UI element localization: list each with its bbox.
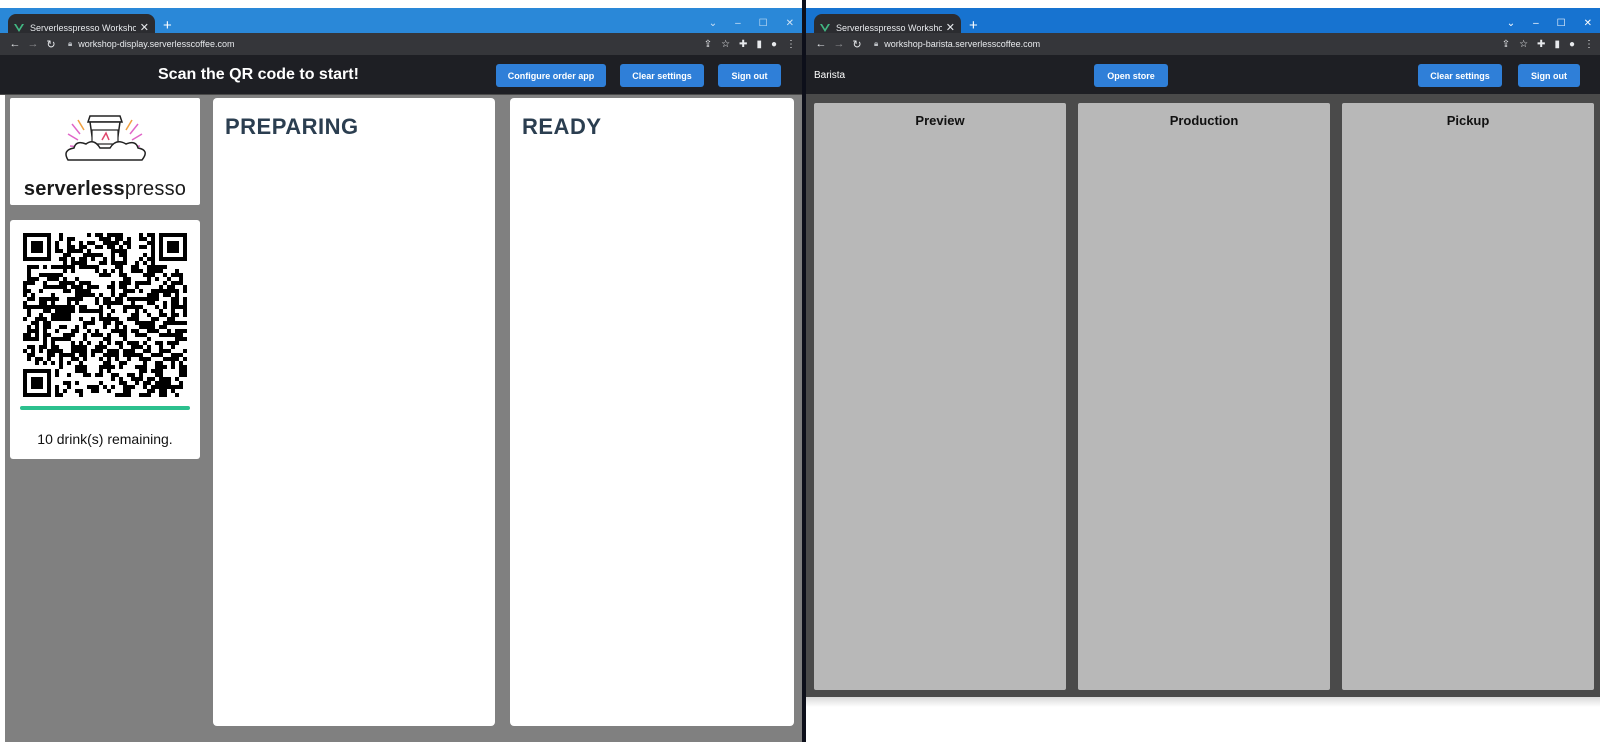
reload-icon[interactable]: ↻ — [42, 38, 60, 51]
minimize-icon[interactable]: – — [1533, 18, 1539, 29]
menu-icon[interactable]: ⋮ — [786, 39, 796, 50]
pickup-heading: Pickup — [1446, 113, 1490, 128]
vue-favicon — [820, 23, 830, 32]
open-store-button[interactable]: Open store — [1094, 64, 1168, 87]
url-field[interactable]: 🔒︎ workshop-barista.serverlesscoffee.com — [874, 39, 1502, 49]
menu-icon[interactable]: ⋮ — [1584, 39, 1594, 50]
barista-header: Barista Open store Clear settings Sign o… — [806, 55, 1600, 95]
window-controls: ⌄ – ☐ ✕ — [709, 18, 794, 29]
profile-icon[interactable]: ● — [771, 39, 777, 50]
profile-icon[interactable]: ● — [1569, 39, 1575, 50]
sign-out-button[interactable]: Sign out — [1518, 64, 1580, 87]
production-lane: Production — [1078, 103, 1330, 690]
display-header: Scan the QR code to start! Configure ord… — [0, 55, 802, 95]
extensions-icon[interactable]: ✚ — [1537, 39, 1545, 50]
toolbar-icons: ⇪ ☆ ✚ ▮ ● ⋮ — [704, 39, 796, 50]
ready-column: READY — [510, 98, 794, 726]
tab-title: Serverlesspresso Workshop - Bar — [836, 22, 942, 33]
qr-code[interactable] — [23, 233, 187, 397]
qr-card: 10 drink(s) remaining. — [10, 220, 200, 459]
minimize-icon[interactable]: – — [735, 18, 741, 29]
display-body: serverlesspresso 10 drink(s) remaining. … — [5, 95, 802, 742]
maximize-icon[interactable]: ☐ — [759, 18, 768, 29]
forward-icon[interactable]: → — [830, 38, 848, 50]
window-controls: ⌄ – ☐ ✕ — [1507, 18, 1592, 29]
preparing-heading: PREPARING — [225, 114, 359, 139]
address-bar: ← → ↻ 🔒︎ workshop-display.serverlesscoff… — [0, 33, 802, 55]
sign-out-button[interactable]: Sign out — [718, 64, 781, 87]
star-icon[interactable]: ☆ — [721, 39, 730, 50]
toolbar-icons: ⇪ ☆ ✚ ▮ ● ⋮ — [1502, 39, 1594, 50]
configure-order-app-button[interactable]: Configure order app — [496, 64, 606, 87]
chevron-down-icon[interactable]: ⌄ — [1507, 18, 1515, 29]
drinks-remaining-text: 10 drink(s) remaining. — [37, 431, 173, 447]
display-window: Serverlesspresso Workshop - Dis ✕ + ⌄ – … — [0, 0, 802, 742]
brand-wordmark: serverlesspresso — [23, 178, 187, 200]
share-icon[interactable]: ⇪ — [1502, 39, 1510, 50]
clear-settings-button[interactable]: Clear settings — [1418, 64, 1502, 87]
new-tab-icon[interactable]: + — [163, 18, 172, 33]
pickup-lane: Pickup — [1342, 103, 1594, 690]
lock-icon: 🔒︎ — [874, 39, 879, 48]
serverlesspresso-logo-icon — [65, 115, 146, 161]
preview-heading: Preview — [915, 113, 965, 128]
sidepanel-icon[interactable]: ▮ — [756, 39, 762, 50]
back-icon[interactable]: ← — [6, 38, 24, 50]
barista-board: Preview Production Pickup — [806, 95, 1600, 697]
drinks-progress-bar — [20, 406, 190, 410]
barista-window: Serverlesspresso Workshop - Bar ✕ + ⌄ – … — [806, 0, 1600, 742]
url-text: workshop-display.serverlesscoffee.com — [78, 39, 235, 49]
clear-settings-button[interactable]: Clear settings — [620, 64, 704, 87]
back-icon[interactable]: ← — [812, 38, 830, 50]
logo-card: serverlesspresso — [10, 98, 200, 205]
preparing-column: PREPARING — [213, 98, 495, 726]
production-heading: Production — [1169, 113, 1239, 128]
preview-lane: Preview — [814, 103, 1066, 690]
forward-icon[interactable]: → — [24, 38, 42, 50]
extensions-icon[interactable]: ✚ — [739, 39, 747, 50]
address-bar: ← → ↻ 🔒︎ workshop-barista.serverlesscoff… — [806, 33, 1600, 55]
page-title: Scan the QR code to start! — [158, 66, 359, 83]
reload-icon[interactable]: ↻ — [848, 38, 866, 51]
lock-icon: 🔒︎ — [68, 39, 73, 48]
board-shadow — [806, 697, 1600, 707]
star-icon[interactable]: ☆ — [1519, 39, 1528, 50]
sidepanel-icon[interactable]: ▮ — [1554, 39, 1560, 50]
new-tab-icon[interactable]: + — [969, 18, 978, 33]
ready-heading: READY — [522, 114, 602, 139]
close-window-icon[interactable]: ✕ — [786, 18, 794, 29]
close-window-icon[interactable]: ✕ — [1584, 18, 1592, 29]
url-text: workshop-barista.serverlesscoffee.com — [884, 39, 1041, 49]
tab-title: Serverlesspresso Workshop - Dis — [30, 22, 136, 33]
share-icon[interactable]: ⇪ — [704, 39, 712, 50]
qr-modules — [23, 233, 187, 397]
app-label: Barista — [814, 70, 846, 81]
url-field[interactable]: 🔒︎ workshop-display.serverlesscoffee.com — [68, 39, 704, 49]
maximize-icon[interactable]: ☐ — [1557, 18, 1566, 29]
vue-favicon — [14, 23, 24, 32]
chevron-down-icon[interactable]: ⌄ — [709, 18, 717, 29]
